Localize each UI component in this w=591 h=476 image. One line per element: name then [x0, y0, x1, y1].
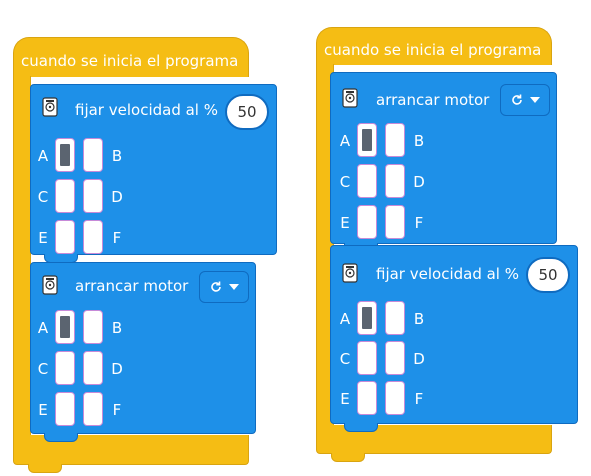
set-speed-label: fijar velocidad al %	[376, 265, 519, 283]
motor-icon	[342, 88, 358, 108]
port-f-selector[interactable]	[83, 392, 103, 426]
port-b-selector[interactable]	[83, 310, 103, 344]
port-d-selector[interactable]	[385, 341, 405, 375]
speed-value-input[interactable]: 50	[526, 257, 570, 293]
start-motor-block[interactable]: arrancar motor A B C D E F	[330, 72, 557, 244]
port-d-selector[interactable]	[83, 351, 103, 385]
clockwise-icon	[211, 281, 221, 292]
port-label-b: B	[413, 310, 425, 328]
port-e-selector[interactable]	[55, 220, 75, 254]
port-label-f: F	[112, 229, 122, 247]
port-label-e: E	[340, 390, 350, 408]
port-c-selector[interactable]	[55, 179, 75, 213]
port-label-d: D	[413, 173, 425, 191]
port-a-selector[interactable]	[357, 301, 377, 335]
port-b-selector[interactable]	[385, 123, 405, 157]
hat-block-spine[interactable]	[13, 76, 31, 460]
speed-value-input[interactable]: 50	[225, 94, 269, 130]
hat-notch	[331, 453, 365, 462]
chevron-down-icon	[229, 284, 239, 290]
port-label-f: F	[112, 401, 122, 419]
port-e-selector[interactable]	[357, 205, 377, 239]
port-label-c: C	[37, 360, 49, 378]
port-a-selector[interactable]	[55, 310, 75, 344]
set-speed-block[interactable]: fijar velocidad al % 50 A B C D E F	[30, 84, 277, 255]
motor-icon	[342, 263, 358, 283]
port-label-b: B	[413, 132, 425, 150]
port-label-a: A	[339, 310, 351, 328]
set-speed-block[interactable]: fijar velocidad al % 50 A B C D E F	[330, 245, 578, 424]
port-label-e: E	[340, 214, 350, 232]
port-label-d: D	[111, 360, 123, 378]
chevron-down-icon	[530, 97, 540, 103]
port-b-selector[interactable]	[83, 138, 103, 172]
port-b-selector[interactable]	[385, 301, 405, 335]
port-label-c: C	[339, 350, 351, 368]
direction-dropdown[interactable]	[199, 271, 249, 303]
block-notch	[344, 423, 378, 432]
direction-dropdown[interactable]	[500, 84, 550, 116]
port-label-a: A	[339, 132, 351, 150]
port-a-selector[interactable]	[55, 138, 75, 172]
block-notch	[44, 433, 78, 442]
port-c-selector[interactable]	[55, 351, 75, 385]
hat-block-title: cuando se inicia el programa	[21, 52, 239, 70]
hat-block-title: cuando se inicia el programa	[324, 41, 542, 59]
port-label-d: D	[413, 350, 425, 368]
motor-icon	[42, 275, 58, 295]
port-c-selector[interactable]	[357, 164, 377, 198]
port-f-selector[interactable]	[83, 220, 103, 254]
start-motor-label: arrancar motor	[376, 91, 490, 109]
port-e-selector[interactable]	[55, 392, 75, 426]
clockwise-icon	[512, 94, 522, 105]
port-f-selector[interactable]	[385, 381, 405, 415]
port-f-selector[interactable]	[385, 205, 405, 239]
port-a-selector[interactable]	[357, 123, 377, 157]
hat-notch	[28, 464, 62, 473]
motor-icon	[42, 97, 58, 117]
start-motor-block[interactable]: arrancar motor A B C D E F	[30, 262, 256, 434]
port-d-selector[interactable]	[385, 164, 405, 198]
port-label-e: E	[38, 229, 48, 247]
port-c-selector[interactable]	[357, 341, 377, 375]
port-label-f: F	[414, 214, 424, 232]
port-label-d: D	[111, 188, 123, 206]
port-label-a: A	[37, 147, 49, 165]
port-label-b: B	[111, 147, 123, 165]
port-label-e: E	[38, 401, 48, 419]
port-label-c: C	[37, 188, 49, 206]
set-speed-label: fijar velocidad al %	[75, 101, 218, 119]
start-motor-label: arrancar motor	[75, 277, 189, 295]
port-label-b: B	[111, 319, 123, 337]
port-label-c: C	[339, 173, 351, 191]
port-d-selector[interactable]	[83, 179, 103, 213]
port-e-selector[interactable]	[357, 381, 377, 415]
port-label-f: F	[414, 390, 424, 408]
port-label-a: A	[37, 319, 49, 337]
